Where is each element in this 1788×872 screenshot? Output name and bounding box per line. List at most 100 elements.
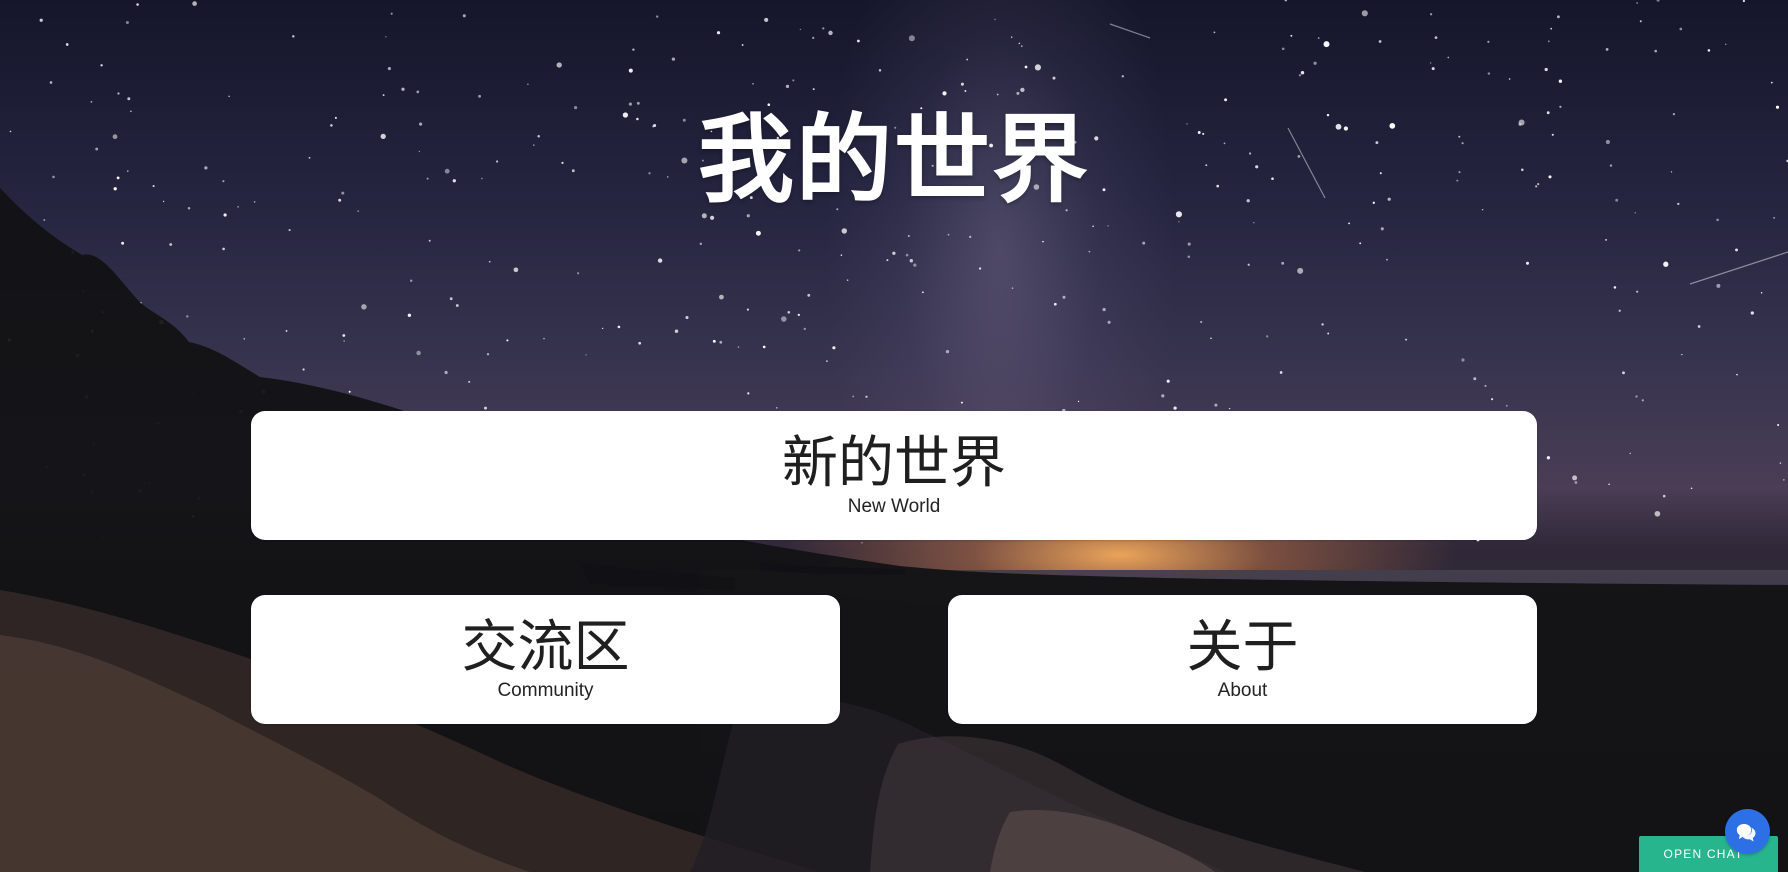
new-world-title: 新的世界 [782, 431, 1006, 496]
star [638, 341, 642, 345]
star [1266, 335, 1269, 338]
star [81, 290, 85, 293]
star [39, 18, 43, 22]
star [462, 14, 466, 18]
star [1635, 395, 1638, 398]
star [1166, 379, 1170, 383]
star [1102, 307, 1106, 312]
star [1386, 258, 1388, 261]
star [257, 384, 259, 386]
star [90, 490, 94, 494]
star [7, 338, 11, 342]
star [1021, 45, 1023, 47]
star [1020, 87, 1025, 93]
page-background: 我的世界 新的世界 New World 交流区 Community 关于 Abo… [0, 0, 1788, 872]
star [1297, 267, 1304, 274]
star [92, 442, 96, 446]
star [159, 320, 164, 325]
star [913, 263, 917, 267]
star [1281, 47, 1285, 51]
star [484, 406, 487, 410]
star [1484, 384, 1487, 387]
star [1558, 79, 1563, 83]
star [1429, 62, 1432, 64]
star [828, 30, 833, 36]
star [197, 496, 201, 500]
star [752, 83, 754, 85]
star [192, 392, 195, 395]
star [996, 93, 999, 96]
star [1281, 261, 1285, 265]
chat-bubble-icon[interactable] [1725, 809, 1770, 854]
star [807, 293, 811, 297]
star [478, 94, 481, 98]
star [1550, 27, 1553, 30]
star [1011, 287, 1014, 289]
star [139, 301, 142, 305]
star [76, 353, 80, 357]
star [1142, 241, 1146, 245]
star [628, 68, 633, 73]
star [361, 304, 367, 310]
star [100, 64, 103, 67]
star [65, 43, 69, 46]
star [302, 368, 305, 371]
star [1429, 13, 1433, 16]
star [1290, 34, 1293, 37]
star [1321, 323, 1324, 326]
star [382, 94, 385, 97]
community-button[interactable]: 交流区 Community [251, 595, 840, 724]
star [1062, 295, 1066, 299]
star [1779, 462, 1782, 464]
star [228, 95, 230, 98]
star [826, 360, 828, 362]
star [117, 92, 120, 95]
star [292, 35, 295, 38]
star [1605, 47, 1609, 51]
star [785, 84, 790, 89]
star [513, 267, 519, 273]
star [348, 390, 351, 393]
star [556, 62, 562, 68]
star [671, 57, 676, 61]
about-button[interactable]: 关于 About [948, 595, 1537, 724]
star [82, 473, 86, 477]
page-title: 我的世界 [698, 104, 1090, 216]
star [1547, 40, 1550, 43]
star [1636, 290, 1639, 293]
meteor-streak [1689, 251, 1788, 285]
star [1613, 286, 1617, 289]
star [1777, 423, 1780, 427]
star [288, 229, 291, 232]
star [1107, 225, 1109, 227]
star [156, 421, 160, 425]
star [632, 48, 635, 51]
star [921, 291, 924, 294]
star [1187, 255, 1191, 258]
star [1034, 64, 1041, 71]
star [191, 515, 195, 518]
star [342, 334, 346, 337]
star [792, 79, 795, 82]
new-world-button[interactable]: 新的世界 New World [251, 411, 1537, 540]
star [1641, 399, 1644, 402]
star [101, 536, 104, 538]
star [1473, 377, 1477, 381]
about-subtitle: About [1217, 680, 1268, 701]
star [712, 339, 716, 343]
star [91, 329, 94, 333]
star [222, 247, 225, 251]
star [797, 313, 800, 317]
star [94, 302, 97, 304]
star [1378, 40, 1382, 43]
star [945, 349, 950, 354]
star [907, 235, 910, 237]
star [1213, 31, 1216, 34]
star [1663, 261, 1669, 267]
star [1546, 456, 1551, 460]
star [1016, 91, 1020, 95]
star [101, 310, 105, 314]
star [1639, 20, 1642, 23]
star [1574, 481, 1578, 484]
star [764, 17, 769, 22]
